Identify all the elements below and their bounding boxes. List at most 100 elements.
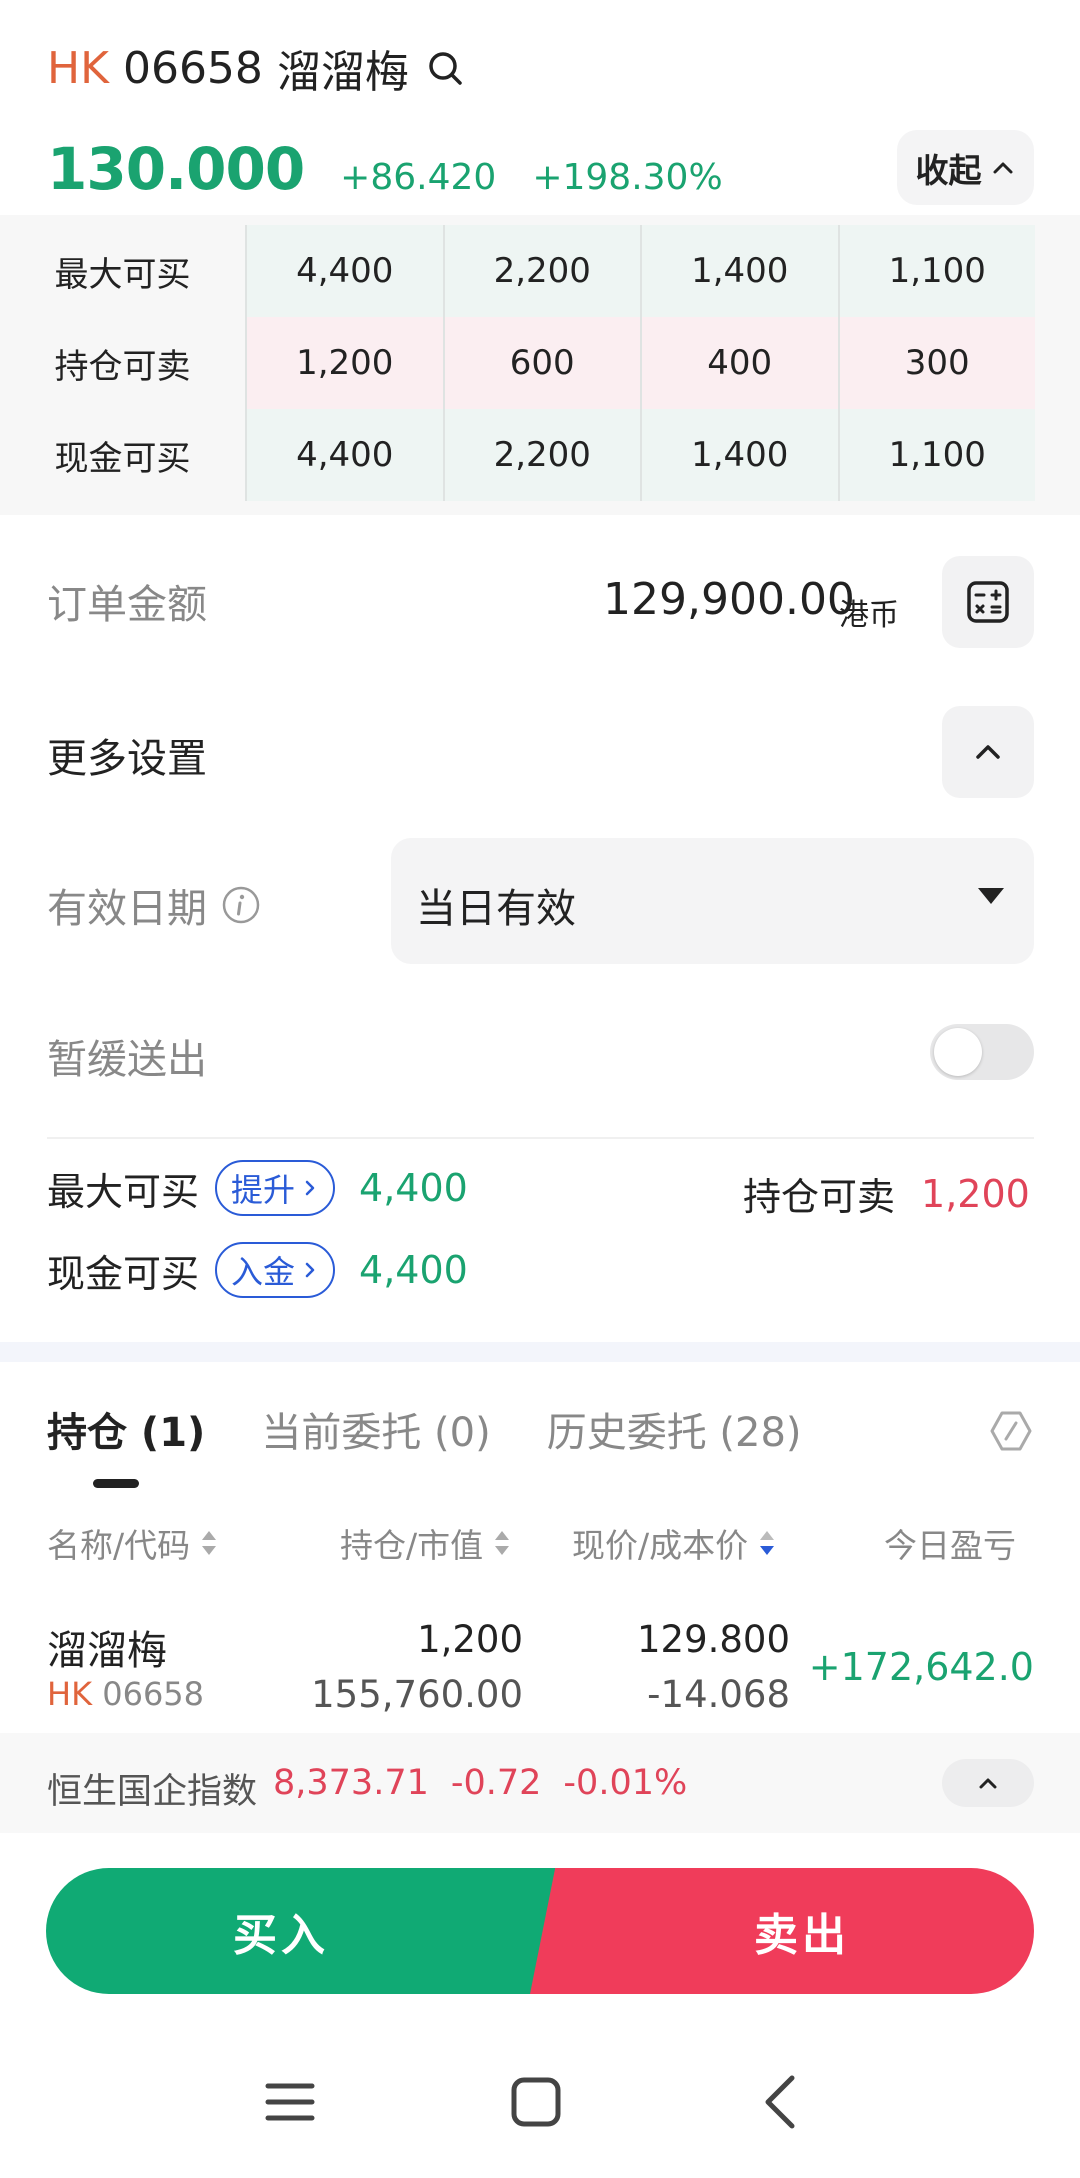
hold-sell-summary: 持仓可卖 1,200	[743, 1166, 1030, 1221]
qty-cell[interactable]: 1,400	[640, 409, 838, 501]
hold-sell-label: 持仓可卖	[743, 1175, 896, 1219]
deposit-button[interactable]: 入金	[215, 1242, 336, 1298]
cash-buy-label: 现金可买	[47, 1251, 200, 1296]
qty-row-hold-sell: 持仓可卖 1,200 600 400 300	[0, 317, 1080, 409]
holding-name[interactable]: 溜溜梅	[47, 1618, 167, 1676]
qty-cell[interactable]: 1,100	[837, 409, 1036, 501]
holding-code: HK 06658	[47, 1675, 204, 1713]
current-price: 130.000	[47, 135, 305, 203]
qty-cell[interactable]: 600	[442, 317, 641, 409]
sell-label: 卖出	[754, 1910, 850, 1961]
price-change-pct: +198.30%	[532, 157, 723, 198]
recent-apps-icon[interactable]	[260, 2072, 320, 2132]
index-values: 8,373.71 -0.72 -0.01%	[273, 1763, 687, 1803]
index-change-pct: -0.01%	[563, 1763, 688, 1803]
qty-row-label: 最大可买	[54, 254, 191, 295]
holding-today-pnl: +172,642.0	[808, 1645, 1034, 1689]
upgrade-button[interactable]: 提升	[215, 1160, 336, 1216]
qty-cell[interactable]: 400	[640, 317, 838, 409]
sort-icon	[200, 1527, 218, 1559]
buy-button[interactable]: 买入	[46, 1868, 556, 1994]
header-name: 名称/代码	[47, 1526, 191, 1565]
section-separator	[0, 1342, 1080, 1362]
holding-market: HK	[47, 1675, 93, 1713]
delay-send-label: 暂缓送出	[47, 1037, 207, 1083]
qty-row-label: 现金可买	[54, 438, 191, 479]
sort-icon	[493, 1527, 511, 1559]
tab-history-orders[interactable]: 历史委托 (28)	[547, 1400, 802, 1458]
sort-by-name[interactable]: 名称/代码	[47, 1519, 218, 1567]
collapse-label: 收起	[915, 150, 982, 190]
upgrade-label: 提升	[231, 1171, 296, 1209]
dropdown-arrow-icon	[978, 888, 1004, 904]
active-tab-indicator	[93, 1479, 139, 1488]
qty-cell[interactable]: 1,400	[640, 225, 838, 317]
qty-cell[interactable]: 2,200	[442, 409, 641, 501]
validity-label: 有效日期	[47, 886, 207, 932]
max-buy-value: 4,400	[359, 1166, 468, 1210]
holding-price: 129.800	[636, 1618, 790, 1661]
qty-cell[interactable]: 4,400	[245, 225, 443, 317]
hide-amount-icon[interactable]	[988, 1408, 1034, 1454]
qty-cell[interactable]: 300	[837, 317, 1036, 409]
tab-holdings[interactable]: 持仓 (1)	[47, 1400, 205, 1458]
calculator-button[interactable]	[942, 556, 1034, 648]
index-change: -0.72	[450, 1763, 542, 1803]
divider	[47, 1137, 1034, 1139]
holding-cost: -14.068	[647, 1673, 790, 1716]
index-value: 8,373.71	[273, 1763, 429, 1803]
chevron-up-icon	[976, 745, 1000, 759]
info-icon[interactable]	[221, 885, 261, 925]
validity-select[interactable]: 当日有效	[391, 838, 1034, 964]
orders-tabs: 持仓 (1) 当前委托 (0) 历史委托 (28)	[47, 1400, 802, 1458]
sort-desc-icon	[758, 1527, 776, 1559]
chevron-up-icon	[993, 162, 1012, 173]
qty-cell[interactable]: 2,200	[442, 225, 641, 317]
back-icon[interactable]	[752, 2072, 812, 2132]
max-buy-label: 最大可买	[47, 1169, 200, 1214]
stock-name: 溜溜梅	[276, 47, 409, 98]
qty-row-max-buy: 最大可买 4,400 2,200 1,400 1,100	[0, 225, 1080, 317]
chevron-up-icon	[979, 1778, 997, 1789]
header-position: 持仓/市值	[340, 1526, 484, 1565]
header-price: 现价/成本价	[572, 1526, 749, 1565]
collapse-button[interactable]: 收起	[897, 130, 1034, 205]
cash-buy-value: 4,400	[359, 1248, 468, 1292]
stock-code: 06658	[122, 42, 263, 94]
market-tag: HK	[47, 42, 109, 94]
index-name: 恒生国企指数	[47, 1772, 258, 1812]
sort-by-position[interactable]: 持仓/市值	[340, 1519, 511, 1567]
validity-value: 当日有效	[416, 886, 576, 932]
qty-cell[interactable]: 4,400	[245, 409, 443, 501]
holding-code-value: 06658	[102, 1675, 205, 1713]
index-expand-button[interactable]	[942, 1759, 1034, 1807]
qty-row-label: 持仓可卖	[54, 346, 191, 387]
stock-title[interactable]: HK 06658 溜溜梅	[47, 38, 465, 98]
order-amount-value: 129,900.00	[603, 574, 855, 625]
header-today-pnl: 今日盈亏	[884, 1526, 1016, 1565]
cash-buy-summary: 现金可买 入金 4,400	[47, 1242, 468, 1298]
quote-row: 130.000 +86.420 +198.30%	[47, 135, 723, 205]
chevron-right-icon	[305, 1262, 315, 1278]
order-amount-label: 订单金额	[47, 582, 207, 628]
buy-label: 买入	[233, 1910, 329, 1961]
qty-cell[interactable]: 1,200	[245, 317, 443, 409]
holding-qty: 1,200	[417, 1618, 523, 1661]
tab-current-orders[interactable]: 当前委托 (0)	[261, 1400, 490, 1458]
chevron-right-icon	[305, 1180, 315, 1196]
home-icon[interactable]	[506, 2072, 566, 2132]
index-ticker[interactable]: 恒生国企指数 8,373.71 -0.72 -0.01%	[0, 1733, 1080, 1833]
sort-by-price[interactable]: 现价/成本价	[572, 1519, 776, 1567]
search-icon[interactable]	[425, 48, 465, 88]
price-change: +86.420	[340, 157, 497, 198]
hold-sell-value: 1,200	[921, 1171, 1030, 1216]
qty-row-cash-buy: 现金可买 4,400 2,200 1,400 1,100	[0, 409, 1080, 501]
delay-send-toggle[interactable]	[930, 1024, 1034, 1080]
order-amount-unit: 港币	[839, 598, 899, 633]
qty-cell[interactable]: 1,100	[837, 225, 1036, 317]
calculator-icon	[967, 581, 1009, 623]
sell-button[interactable]: 卖出	[530, 1868, 1034, 1994]
more-settings-toggle[interactable]	[942, 706, 1034, 798]
more-settings-label[interactable]: 更多设置	[47, 726, 207, 784]
max-buy-summary: 最大可买 提升 4,400	[47, 1160, 468, 1216]
